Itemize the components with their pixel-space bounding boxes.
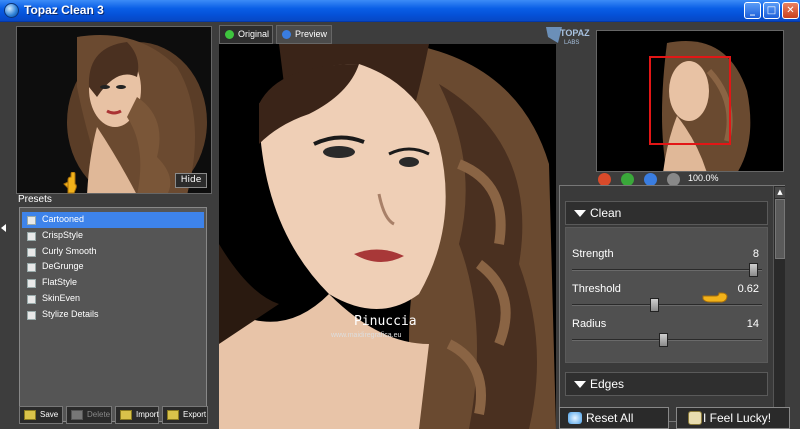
topaz-labs-logo: TOPAZ LABS — [546, 27, 590, 46]
svg-text:TOPAZ: TOPAZ — [560, 28, 590, 38]
export-label: Export — [183, 410, 207, 419]
scrollbar-thumb[interactable] — [775, 199, 785, 259]
clean-section-header[interactable]: Clean — [565, 201, 768, 225]
i-feel-lucky-label: I Feel Lucky! — [703, 411, 772, 425]
threshold-value[interactable]: 0.62 — [738, 283, 759, 295]
strength-slider[interactable] — [572, 263, 762, 277]
preset-file-icon — [27, 294, 36, 304]
threshold-label: Threshold — [572, 283, 621, 295]
delete-icon — [71, 410, 83, 420]
preset-label: Curly Smooth — [42, 245, 97, 256]
strength-slider-thumb[interactable] — [749, 263, 759, 277]
delete-label: Delete — [87, 410, 111, 419]
import-icon — [120, 410, 132, 420]
close-button[interactable]: ✕ — [782, 2, 799, 19]
save-label: Save — [40, 410, 59, 419]
preset-thumbnail-image — [17, 27, 211, 193]
save-icon — [24, 410, 36, 420]
edges-section-header[interactable]: Edges — [565, 372, 768, 396]
tab-preview-label: Preview — [295, 29, 328, 39]
preset-file-icon — [27, 216, 36, 225]
maximize-button[interactable]: □ — [763, 2, 780, 19]
reset-all-button[interactable]: Reset All — [559, 407, 669, 429]
app-icon — [4, 3, 19, 18]
dice-icon — [688, 411, 702, 425]
preset-label: DeGrunge — [42, 261, 84, 272]
export-button[interactable]: Export — [162, 406, 208, 424]
svg-text:LABS: LABS — [564, 40, 579, 46]
navigator-thumbnail[interactable] — [596, 30, 784, 172]
preset-thumbnail — [16, 26, 212, 194]
main-window: Hide Presets Cartooned CrispStyle Curly … — [0, 22, 800, 429]
minimize-button[interactable]: _ — [744, 2, 761, 19]
export-icon — [167, 410, 179, 420]
strength-label: Strength — [572, 248, 614, 260]
preset-item-cartooned[interactable]: Cartooned — [22, 212, 204, 228]
preset-file-icon — [27, 247, 36, 257]
preset-item-curly-smooth[interactable]: Curly Smooth — [20, 244, 206, 260]
pointing-hand-icon — [63, 172, 77, 194]
zoom-level: 100.0% — [688, 173, 719, 183]
preset-item-degrunge[interactable]: DeGrunge — [20, 259, 206, 275]
watermark-url: www.maidiregrafica.eu — [331, 332, 402, 339]
title-bar: Topaz Clean 3 _ □ ✕ — [0, 0, 800, 22]
preset-label: FlatStyle — [42, 277, 78, 288]
scroll-up-icon[interactable]: ▲ — [775, 187, 785, 198]
tab-original[interactable]: Original — [219, 25, 273, 44]
preview-canvas[interactable]: Pinuccia www.maidiregrafica.eu — [219, 44, 556, 429]
preset-file-icon — [27, 231, 36, 241]
reset-icon — [568, 412, 582, 424]
preset-actions: Save Delete Import Export — [19, 406, 209, 426]
window-title: Topaz Clean 3 — [24, 3, 104, 17]
delete-button[interactable]: Delete — [66, 406, 112, 424]
tab-original-label: Original — [238, 29, 270, 39]
tab-preview[interactable]: Preview — [276, 25, 332, 44]
threshold-slider-thumb[interactable] — [649, 298, 659, 312]
import-button[interactable]: Import — [115, 406, 159, 424]
preset-file-icon — [27, 310, 36, 320]
preset-label: Stylize Details — [42, 308, 99, 319]
expand-triangle-icon — [574, 381, 586, 388]
collapse-left-arrow-icon[interactable] — [1, 224, 6, 232]
edges-section-title: Edges — [590, 377, 625, 391]
preset-label: Cartooned — [42, 214, 85, 224]
watermark-name: Pinuccia — [354, 314, 417, 329]
threshold-slider[interactable] — [572, 298, 762, 312]
preset-item-crispstyle[interactable]: CrispStyle — [20, 228, 206, 244]
presets-label: Presets — [18, 194, 52, 205]
preset-label: CrispStyle — [42, 229, 84, 240]
preset-item-skineven[interactable]: SkinEven — [20, 291, 206, 307]
hide-button[interactable]: Hide — [175, 173, 207, 188]
clean-section-title: Clean — [590, 206, 622, 220]
settings-scrollbar[interactable]: ▲ ▼ — [773, 186, 785, 421]
reset-all-label: Reset All — [586, 411, 634, 425]
preset-label: SkinEven — [42, 292, 81, 303]
radius-value[interactable]: 14 — [747, 318, 759, 330]
expand-triangle-icon — [574, 210, 586, 217]
radius-slider-thumb[interactable] — [658, 333, 668, 347]
preset-item-stylize-details[interactable]: Stylize Details — [20, 307, 206, 323]
preview-dot-icon — [282, 30, 291, 39]
settings-panel: Clean Strength 8 Threshold 0.62 Radius 1… — [559, 185, 785, 422]
import-label: Import — [136, 410, 159, 419]
presets-list: Cartooned CrispStyle Curly Smooth DeGrun… — [19, 207, 207, 422]
i-feel-lucky-button[interactable]: I Feel Lucky! — [676, 407, 790, 429]
radius-slider[interactable] — [572, 333, 762, 347]
preview-image — [219, 44, 556, 429]
save-button[interactable]: Save — [19, 406, 63, 424]
preset-item-flatstyle[interactable]: FlatStyle — [20, 275, 206, 291]
clean-section-body: Strength 8 Threshold 0.62 Radius 14 — [565, 227, 768, 363]
radius-label: Radius — [572, 318, 607, 330]
strength-value[interactable]: 8 — [753, 248, 759, 260]
preset-file-icon — [27, 279, 36, 289]
original-dot-icon — [225, 30, 234, 39]
pointing-hand-icon — [702, 292, 728, 303]
preset-file-icon — [27, 263, 36, 273]
navigator-viewport-rect[interactable] — [649, 56, 731, 145]
